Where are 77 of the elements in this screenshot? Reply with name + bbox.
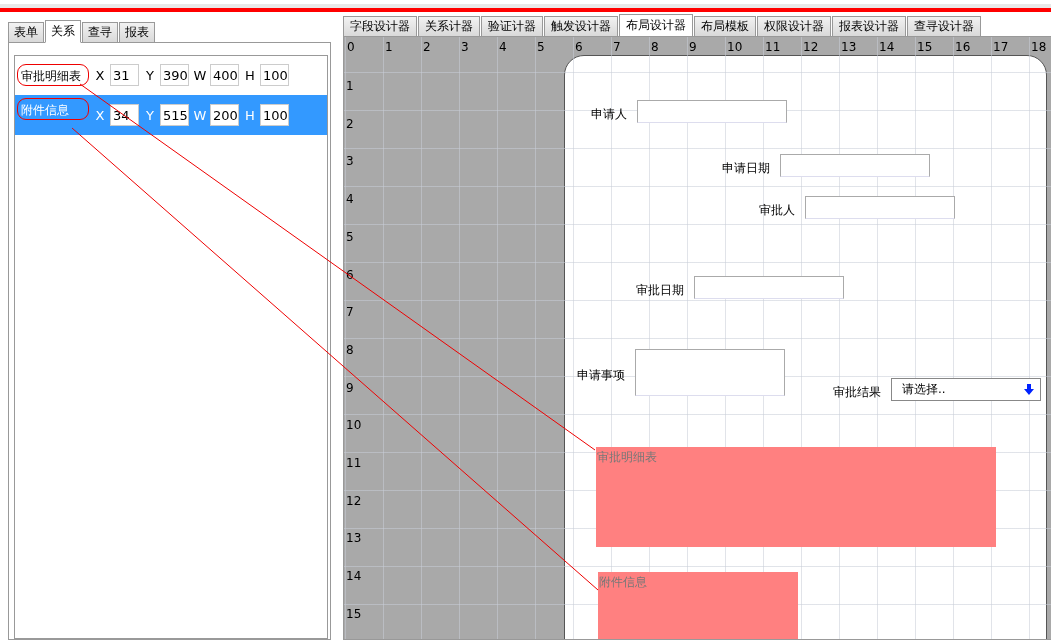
coordinate-field[interactable]: 515 [160,104,189,126]
panel-tab[interactable]: 报表 [119,22,155,43]
relation-row[interactable]: 审批明细表 X 31 Y 390 W 400 H 100 [15,61,327,89]
ruler-number: 15 [917,40,933,54]
relation-name: 审批明细表 [17,64,89,86]
ruler-number: 1 [346,79,354,93]
designer-tab[interactable]: 字段设计器 [343,16,417,37]
ruler-number: 12 [346,493,362,508]
coordinate-field[interactable]: 100 [260,104,289,126]
text-field[interactable] [637,100,787,123]
ruler-number: 10 [346,418,362,433]
ruler-number: 8 [346,342,354,357]
text-field[interactable] [694,276,844,299]
coordinate-field[interactable]: 100 [260,64,289,86]
ruler-number: 7 [613,40,621,54]
text-field[interactable] [780,154,930,177]
ruler-number: 12 [803,40,819,54]
field-label: 申请日期 [721,160,770,177]
coordinate-label: H [244,107,256,123]
ruler-number: 0 [347,40,355,54]
ruler-number: 4 [346,192,354,207]
ruler-number: 14 [346,569,362,584]
designer-tab[interactable]: 布局设计器 [619,14,693,37]
panel-tab[interactable]: 关系 [45,20,81,43]
text-field[interactable] [805,196,955,219]
coordinate-label: X [94,67,106,83]
ruler-number: 1 [385,40,393,54]
ruler-number: 2 [346,116,354,131]
ruler-number: 7 [346,305,354,320]
ruler-number: 10 [727,40,743,54]
ruler-number: 9 [346,380,354,395]
panel-tab[interactable]: 查寻 [82,22,118,43]
field-label: 审批人 [758,202,795,219]
ruler-number: 13 [841,40,857,54]
ruler-number: 17 [993,40,1009,54]
coordinate-label: W [192,67,208,83]
designer-tab[interactable]: 关系计器 [418,16,480,37]
ruler-number: 6 [575,40,583,54]
ruler-number: 11 [765,40,781,54]
designer-tab[interactable]: 触发设计器 [544,16,618,37]
coordinate-label: Y [145,107,155,123]
ruler-number: 18 [1031,40,1047,54]
coordinate-label: W [192,107,208,123]
coordinate-field[interactable]: 31 [110,64,139,86]
ruler-number: 14 [879,40,895,54]
designer-tab[interactable]: 布局模板 [694,16,756,37]
panel-tab[interactable]: 表单 [8,22,44,43]
coordinate-field[interactable]: 400 [210,64,239,86]
ruler-number: 3 [346,154,354,169]
text-area[interactable] [635,349,785,396]
ruler-number: 2 [423,40,431,54]
field-label: 申请事项 [576,367,625,384]
ruler-number: 9 [689,40,697,54]
ruler-number: 5 [537,40,545,54]
coordinate-label: Y [145,67,155,83]
ruler-number: 16 [955,40,971,54]
ruler-number: 15 [346,606,362,621]
designer-tab[interactable]: 权限设计器 [757,16,831,37]
relation-name: 附件信息 [17,98,89,120]
coordinate-label: X [94,107,106,123]
ruler-number: 13 [346,531,362,546]
ruler-number: 11 [346,456,362,470]
dropdown[interactable]: 请选择.. [891,378,1041,401]
designer-tab[interactable]: 报表设计器 [832,16,906,37]
ruler-number: 5 [346,229,354,244]
designer-tab[interactable]: 验证计器 [481,16,543,37]
field-label: 审批结果 [832,384,881,401]
coordinate-field[interactable]: 200 [210,104,239,126]
ruler-number: 8 [651,40,659,54]
coordinate-field[interactable]: 390 [160,64,189,86]
arrow-down-icon [1024,384,1034,395]
ruler-number: 4 [499,40,507,54]
designer-tab[interactable]: 查寻设计器 [907,16,981,37]
ruler-number: 3 [461,40,469,54]
coordinate-label: H [244,67,256,83]
field-label: 申请人 [590,106,627,123]
field-label: 审批日期 [635,282,684,299]
